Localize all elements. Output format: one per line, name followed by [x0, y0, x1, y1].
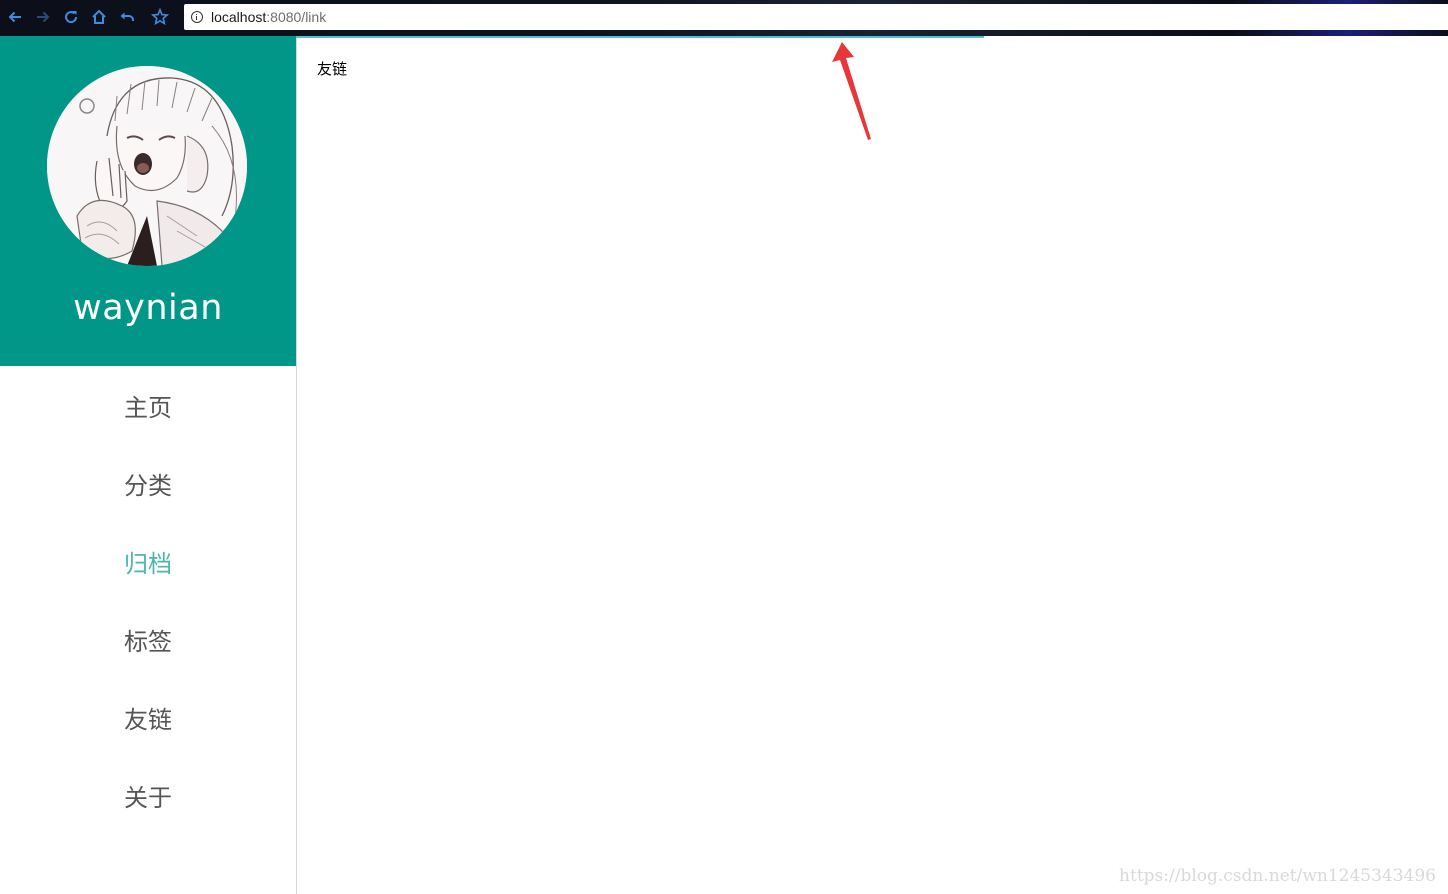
- home-icon: [92, 9, 106, 24]
- reload-button[interactable]: [60, 6, 82, 28]
- page-loading-progress-bar: [296, 36, 984, 38]
- arrow-left-icon: [8, 11, 21, 23]
- annotation-arrow-icon: [832, 42, 871, 140]
- star-icon: [151, 8, 169, 26]
- sidebar-item-links[interactable]: 友链: [0, 678, 296, 756]
- browser-toolbar: localhost:8080/link: [0, 0, 1448, 36]
- sidebar-menu: 主页 分类 归档 标签 友链 关于: [0, 366, 296, 834]
- address-bar[interactable]: localhost:8080/link: [184, 4, 1448, 30]
- home-button[interactable]: [88, 6, 110, 28]
- site-info-icon[interactable]: [191, 11, 203, 23]
- bookmark-button[interactable]: [149, 6, 171, 28]
- url-text: localhost:8080/link: [211, 9, 327, 25]
- profile-header: waynian: [0, 36, 296, 366]
- sidebar-item-tags[interactable]: 标签: [0, 600, 296, 678]
- sidebar-item-categories[interactable]: 分类: [0, 444, 296, 522]
- reload-icon: [65, 11, 78, 24]
- anime-portrait-avatar-image: [47, 66, 247, 266]
- arrow-right-icon: [37, 11, 50, 23]
- sidebar-item-archive[interactable]: 归档: [0, 522, 296, 600]
- watermark: https://blog.csdn.net/wn1245343496: [1119, 866, 1436, 886]
- page-title: 友链: [317, 60, 348, 78]
- username: waynian: [73, 288, 223, 328]
- sidebar: waynian 主页 分类 归档 标签 友链 关于: [0, 36, 297, 894]
- sidebar-item-about[interactable]: 关于: [0, 756, 296, 834]
- forward-button[interactable]: [32, 6, 54, 28]
- undo-icon: [120, 12, 134, 21]
- undo-button[interactable]: [116, 6, 138, 28]
- back-button[interactable]: [4, 6, 26, 28]
- sidebar-item-home[interactable]: 主页: [0, 366, 296, 444]
- avatar: [47, 66, 247, 266]
